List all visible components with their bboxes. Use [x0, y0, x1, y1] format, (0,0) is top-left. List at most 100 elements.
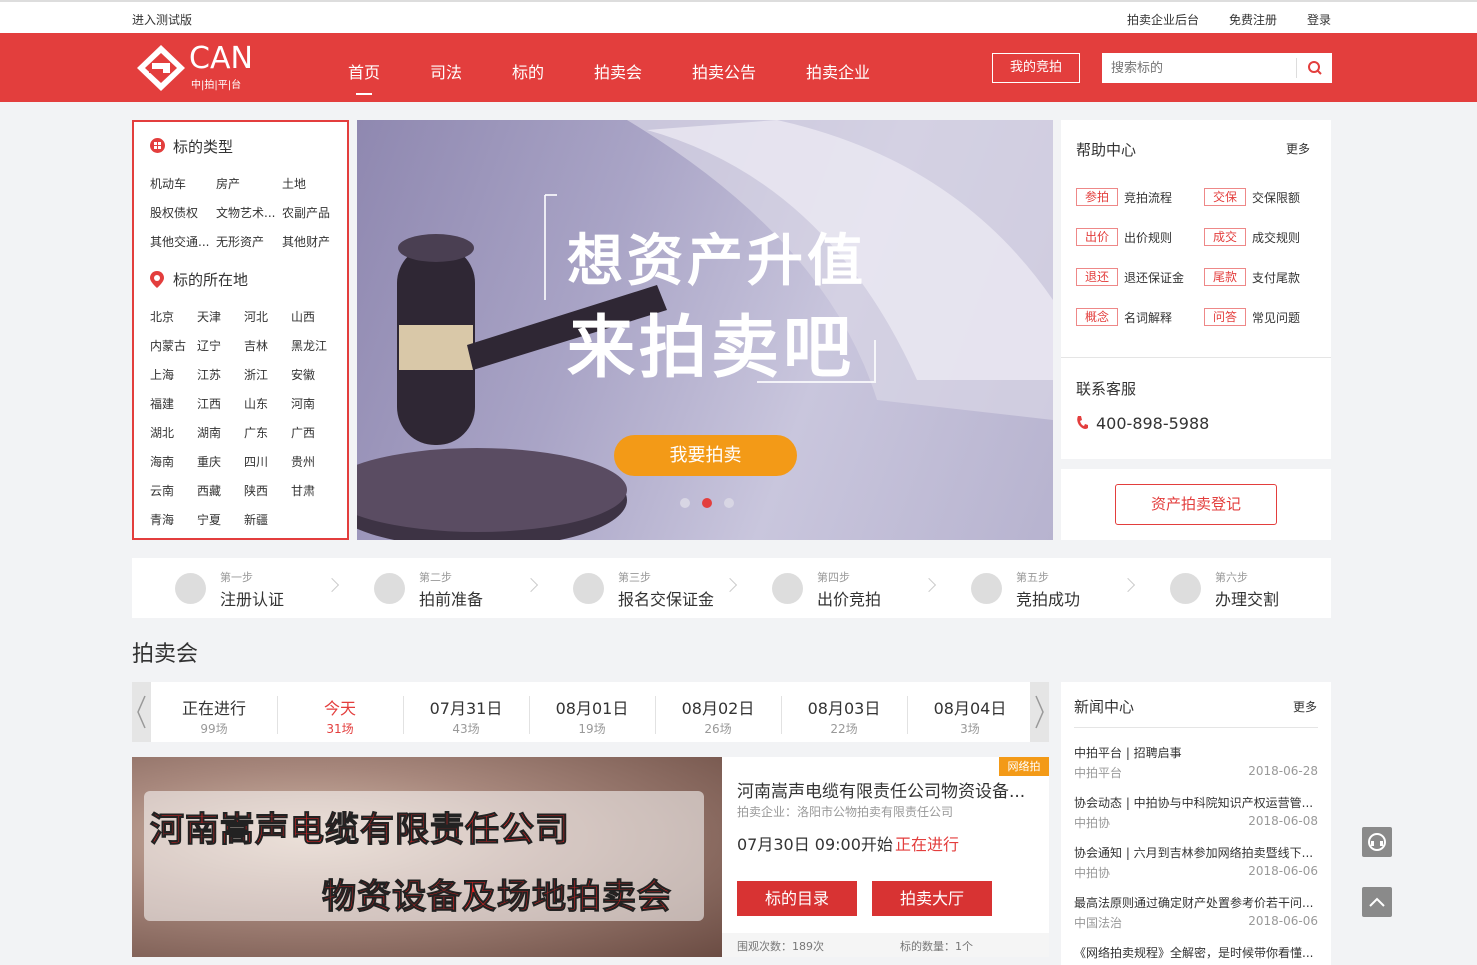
- login-link[interactable]: 登录: [1307, 11, 1331, 28]
- date-tab[interactable]: 今天 31场: [277, 682, 403, 742]
- register-link[interactable]: 免费注册: [1229, 11, 1277, 28]
- lot-catalog-button[interactable]: 标的目录: [737, 881, 857, 916]
- location-item[interactable]: 湖南: [197, 424, 221, 441]
- location-item[interactable]: 贵州: [291, 453, 315, 470]
- category-item[interactable]: 土地: [282, 175, 306, 192]
- process-step: 第六步 办理交割: [1127, 558, 1326, 618]
- location-item[interactable]: 福建: [150, 395, 174, 412]
- date-tab[interactable]: 正在进行 99场: [151, 682, 277, 742]
- location-item[interactable]: 安徽: [291, 366, 315, 383]
- document-icon: [374, 573, 405, 604]
- step-number: 第一步: [220, 571, 253, 584]
- help-link[interactable]: 常见问题: [1252, 309, 1300, 326]
- location-item[interactable]: 北京: [150, 308, 174, 325]
- category-item[interactable]: 房产: [216, 175, 240, 192]
- location-item[interactable]: 天津: [197, 308, 221, 325]
- arrow-up-icon: [1369, 897, 1385, 907]
- location-item[interactable]: 江西: [197, 395, 221, 412]
- news-title[interactable]: 最高法原则通过确定财产处置参考价若干问...: [1074, 894, 1318, 911]
- nav-judicial[interactable]: 司法: [430, 59, 462, 83]
- news-title[interactable]: 中拍平台 | 招聘启事: [1074, 744, 1318, 761]
- date-tab-label: 08月01日: [555, 699, 629, 718]
- location-item[interactable]: 宁夏: [197, 511, 221, 528]
- location-item[interactable]: 海南: [150, 453, 174, 470]
- category-type-title: 标的类型: [173, 138, 234, 156]
- location-item[interactable]: 新疆: [244, 511, 268, 528]
- location-item[interactable]: 青海: [150, 511, 174, 528]
- news-more-link[interactable]: 更多: [1293, 698, 1317, 715]
- location-item[interactable]: 吉林: [244, 337, 268, 354]
- help-link[interactable]: 竞拍流程: [1124, 189, 1172, 206]
- location-item[interactable]: 陕西: [244, 482, 268, 499]
- step-number: 第二步: [419, 571, 452, 584]
- date-tab[interactable]: 08月02日 26场: [655, 682, 781, 742]
- location-item[interactable]: 重庆: [197, 453, 221, 470]
- location-item[interactable]: 广西: [291, 424, 315, 441]
- category-item[interactable]: 机动车: [150, 175, 186, 192]
- help-link[interactable]: 出价规则: [1124, 229, 1172, 246]
- back-to-top-button[interactable]: [1362, 887, 1392, 917]
- location-item[interactable]: 浙江: [244, 366, 268, 383]
- nav-announcements[interactable]: 拍卖公告: [692, 59, 756, 83]
- location-item[interactable]: 广东: [244, 424, 268, 441]
- location-item[interactable]: 上海: [150, 366, 174, 383]
- start-auction-button[interactable]: 我要拍卖: [614, 435, 797, 476]
- my-bid-button[interactable]: 我的竞拍: [992, 53, 1080, 83]
- customer-service-button[interactable]: [1362, 827, 1392, 857]
- location-item[interactable]: 黑龙江: [291, 337, 327, 354]
- carousel-dot-active[interactable]: [702, 498, 712, 508]
- category-item[interactable]: 文物艺术...: [216, 204, 275, 221]
- news-source: 中拍协: [1074, 816, 1111, 830]
- search-button[interactable]: [1296, 58, 1332, 78]
- date-tab[interactable]: 07月31日 43场: [403, 682, 529, 742]
- location-item[interactable]: 云南: [150, 482, 174, 499]
- location-item[interactable]: 河北: [244, 308, 268, 325]
- next-arrow-button[interactable]: [1030, 682, 1049, 742]
- carousel-dot[interactable]: [724, 498, 734, 508]
- auction-organizer: 拍卖企业：洛阳市公物拍卖有限责任公司: [737, 805, 954, 819]
- news-title[interactable]: 协会通知 | 六月到吉林参加网络拍卖暨线下...: [1074, 844, 1318, 861]
- date-tab[interactable]: 08月01日 19场: [529, 682, 655, 742]
- help-link[interactable]: 支付尾款: [1252, 269, 1300, 286]
- news-title[interactable]: 协会动态 | 中拍协与中科院知识产权运营管...: [1074, 794, 1318, 811]
- category-item[interactable]: 其他交通...: [150, 233, 209, 250]
- location-item[interactable]: 四川: [244, 453, 268, 470]
- help-link[interactable]: 退还保证金: [1124, 269, 1184, 286]
- date-tab[interactable]: 08月04日 3场: [907, 682, 1033, 742]
- location-item[interactable]: 内蒙古: [150, 337, 186, 354]
- enterprise-backend-link[interactable]: 拍卖企业后台: [1127, 11, 1199, 28]
- location-item[interactable]: 山东: [244, 395, 268, 412]
- category-item[interactable]: 其他财产: [282, 233, 330, 250]
- location-item[interactable]: 辽宁: [197, 337, 221, 354]
- location-item[interactable]: 江苏: [197, 366, 221, 383]
- category-item[interactable]: 股权债权: [150, 204, 198, 221]
- carousel-dot[interactable]: [680, 498, 690, 508]
- news-title[interactable]: 《网络拍卖规程》全解密，是时候带你看懂...: [1074, 944, 1318, 961]
- location-item[interactable]: 湖北: [150, 424, 174, 441]
- location-item[interactable]: 西藏: [197, 482, 221, 499]
- help-link[interactable]: 名词解释: [1124, 309, 1172, 326]
- nav-enterprises[interactable]: 拍卖企业: [806, 59, 870, 83]
- nav-home[interactable]: 首页: [348, 59, 380, 95]
- beta-link[interactable]: 进入测试版: [132, 11, 192, 28]
- help-link[interactable]: 成交规则: [1252, 229, 1300, 246]
- category-item[interactable]: 农副产品: [282, 204, 330, 221]
- nav-lots[interactable]: 标的: [512, 59, 544, 83]
- prev-arrow-button[interactable]: [132, 682, 151, 742]
- location-item[interactable]: 甘肃: [291, 482, 315, 499]
- auction-hall-button[interactable]: 拍卖大厅: [872, 881, 992, 916]
- date-tab[interactable]: 08月03日 22场: [781, 682, 907, 742]
- location-item[interactable]: 山西: [291, 308, 315, 325]
- search-input[interactable]: [1102, 53, 1296, 83]
- hero-banner[interactable]: 想资产升值 来拍卖吧 我要拍卖: [357, 120, 1053, 540]
- nav-auctions[interactable]: 拍卖会: [594, 59, 642, 83]
- main-header: CAN 中|拍|平|台 首页 司法 标的 拍卖会 拍卖公告 拍卖企业 我的竞拍: [0, 33, 1477, 102]
- category-item[interactable]: 无形资产: [216, 233, 264, 250]
- auction-title[interactable]: 河南嵩声电缆有限责任公司物资设备...: [737, 777, 1043, 802]
- site-logo[interactable]: CAN 中|拍|平|台: [135, 41, 275, 93]
- asset-register-button[interactable]: 资产拍卖登记: [1115, 484, 1277, 525]
- location-item[interactable]: 河南: [291, 395, 315, 412]
- help-link[interactable]: 交保限额: [1252, 189, 1300, 206]
- help-more-link[interactable]: 更多: [1286, 140, 1310, 157]
- auction-cover-image[interactable]: 河南嵩声电缆有限责任公司 物资设备及场地拍卖会: [132, 757, 722, 957]
